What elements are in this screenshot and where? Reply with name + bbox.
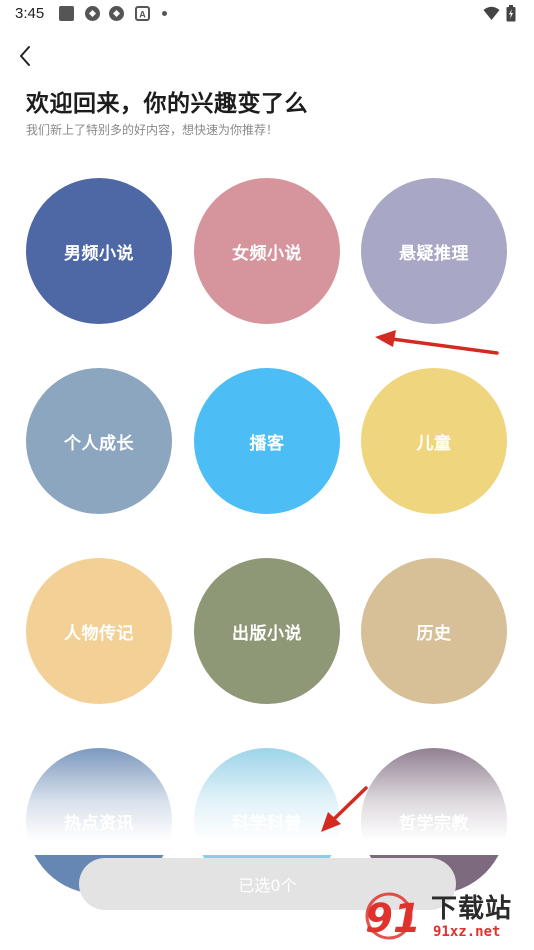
status-time: 3:45: [15, 5, 45, 22]
category-label: 热点资讯: [64, 813, 134, 834]
category-label: 出版小说: [232, 623, 302, 644]
category-label: 哲学宗教: [399, 813, 469, 834]
category-label: 悬疑推理: [399, 243, 469, 264]
wifi-icon: [483, 6, 500, 20]
status-bar: 3:45 A: [0, 0, 534, 30]
page-title: 欢迎回来，你的兴趣变了么: [26, 91, 308, 117]
category-grid: 男频小说 女频小说 悬疑推理 个人成长 播客 儿童 人物传记 出版小说 历史 热…: [0, 0, 534, 950]
category-label: 儿童: [416, 433, 452, 454]
more-notifications-dot: [162, 11, 167, 16]
a-box-icon: A: [135, 6, 150, 21]
watermark-logo: 91: [365, 892, 421, 942]
svg-text:A: A: [139, 10, 146, 20]
selected-count-label: 已选0个: [238, 876, 297, 895]
category-label: 女频小说: [232, 243, 302, 264]
category-female-novels[interactable]: 女频小说: [194, 178, 340, 324]
category-biography[interactable]: 人物传记: [26, 558, 172, 704]
category-label: 历史: [416, 623, 452, 644]
category-label: 科学科普: [232, 813, 302, 834]
back-chevron-left-icon[interactable]: [14, 42, 38, 70]
watermark-logo-text: 91: [365, 896, 421, 942]
category-label: 个人成长: [64, 433, 134, 454]
category-label: 男频小说: [64, 243, 134, 264]
page-subtitle: 我们新上了特别多的好内容，想快速为你推荐！: [26, 123, 279, 137]
category-children[interactable]: 儿童: [361, 368, 507, 514]
app-shield-icon: [109, 6, 124, 21]
battery-charging-icon: [506, 5, 516, 22]
category-label: 人物传记: [64, 623, 134, 644]
category-male-novels[interactable]: 男频小说: [26, 178, 172, 324]
notification-square-icon: [59, 6, 74, 21]
annotation-arrow-icon: [375, 330, 499, 355]
category-personal-growth[interactable]: 个人成长: [26, 368, 172, 514]
category-mystery[interactable]: 悬疑推理: [361, 178, 507, 324]
category-published-novels[interactable]: 出版小说: [194, 558, 340, 704]
app-shield-icon: [85, 6, 100, 21]
category-podcast[interactable]: 播客: [194, 368, 340, 514]
watermark-brand: 下载站: [431, 894, 513, 924]
category-label: 播客: [249, 433, 285, 454]
category-history[interactable]: 历史: [361, 558, 507, 704]
watermark-domain: 91xz.net: [433, 924, 501, 940]
site-watermark: 91 下载站 91xz.net: [363, 886, 531, 948]
